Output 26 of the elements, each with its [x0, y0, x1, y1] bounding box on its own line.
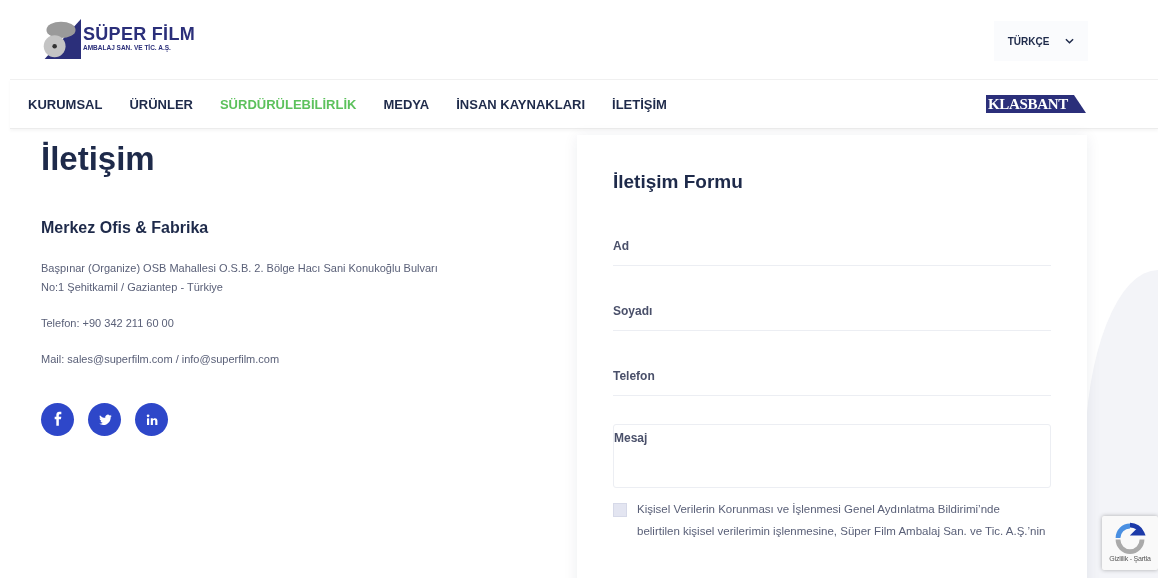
language-select[interactable]: TÜRKÇE: [994, 21, 1088, 61]
nav-link[interactable]: İLETİŞİM: [612, 96, 667, 112]
phone-text: Telefon: +90 342 211 60 00: [41, 316, 175, 331]
nav-link[interactable]: MEDYA: [383, 96, 430, 112]
input-field[interactable]: Soyadı: [613, 294, 1051, 331]
linkedin-icon[interactable]: [135, 403, 168, 436]
input-field[interactable]: Mesaj: [613, 424, 1051, 488]
twitter-icon[interactable]: [88, 403, 121, 436]
input-field[interactable]: Telefon: [613, 359, 1051, 396]
address-text: Başpınar (Organize) OSB Mahallesi O.S.B. 2. Bölge Hacı Sani Konukoğlu Bulvarı No:1 Şehitkamil / Gaziantep - Türkiye: [41, 261, 439, 295]
nav-link[interactable]: ÜRÜNLER: [129, 96, 193, 112]
page-title: İletişim: [41, 139, 156, 179]
partner-logo[interactable]: KLASBANT: [985, 95, 1086, 113]
film-roll-icon: [41, 17, 81, 60]
consent-checkbox[interactable]: [613, 503, 627, 517]
chevron-down-icon: [1065, 38, 1075, 44]
nav-link[interactable]: KURUMSAL: [28, 96, 103, 112]
form-title: İletişim Formu: [613, 171, 744, 193]
recaptcha-icon: [1114, 522, 1146, 554]
consent-text: Kişisel Verilerin Korunması ve İşlenmesi Genel Aydınlatma Bildirimi’nde belirtilen kişisel verilerimin işlenmesine, Süper Film Ambalaj San. ve Tic. A.Ş.’nin: [637, 502, 1046, 539]
logo-title: SÜPER FİLM: [83, 25, 195, 44]
nav-link[interactable]: İNSAN KAYNAKLARI: [456, 96, 586, 112]
input-field[interactable]: Ad: [613, 229, 1051, 266]
office-heading: Merkez Ofis & Fabrika: [41, 219, 210, 237]
facebook-icon[interactable]: [41, 403, 74, 436]
email-text: Mail: sales@superfilm.com / info@superfilm.com: [41, 352, 281, 367]
